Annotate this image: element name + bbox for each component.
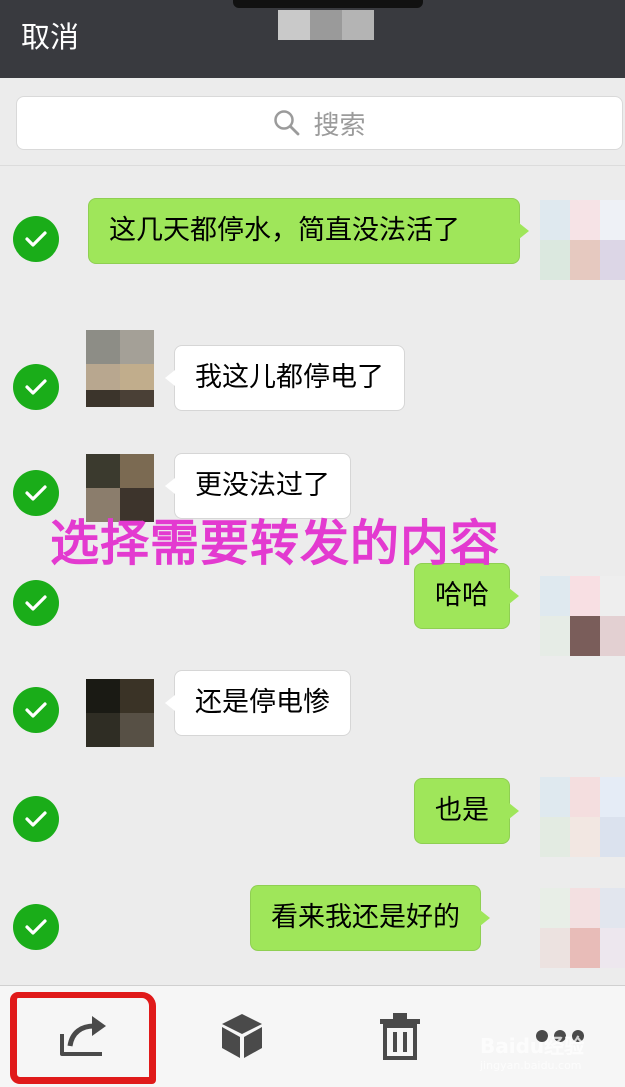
favorite-box-icon [222, 1014, 262, 1058]
watermark-url: jingyan.baidu.com [480, 1059, 582, 1072]
checked-icon[interactable] [13, 904, 59, 950]
watermark: Baidu经验 jingyan.baidu.com [480, 1030, 584, 1072]
highlight-annotation [10, 992, 156, 1084]
avatar [540, 200, 625, 280]
watermark-brand: Baidu经验 [480, 1034, 585, 1058]
message-row[interactable]: 还是停电惨 [0, 665, 625, 765]
message-bubble[interactable]: 还是停电惨 [165, 670, 351, 736]
avatar-lower [86, 390, 154, 424]
message-row[interactable]: 也是 [0, 775, 625, 870]
message-row[interactable]: 看来我还是好的 [0, 880, 625, 980]
checked-icon[interactable] [13, 470, 59, 516]
search-input[interactable]: 搜索 [16, 96, 623, 150]
message-bubble[interactable]: 我这儿都停电了 [165, 345, 405, 411]
avatar [86, 330, 154, 398]
message-text: 看来我还是好的 [271, 902, 460, 933]
avatar [540, 777, 625, 857]
message-bubble[interactable]: 看来我还是好的 [250, 885, 490, 951]
search-icon [274, 110, 300, 136]
search-bar: 搜索 [0, 78, 625, 166]
avatar [540, 888, 625, 968]
message-text: 这几天都停水，简直没法活了 [109, 215, 460, 246]
favorite-button[interactable] [212, 1006, 272, 1066]
avatar [86, 679, 154, 747]
cancel-button[interactable]: 取消 [21, 19, 79, 55]
avatar [540, 576, 625, 656]
chat-title-mosaic [278, 10, 374, 40]
message-row[interactable]: 这几天都停水，简直没法活了 [0, 190, 625, 320]
message-text: 哈哈 [435, 580, 489, 611]
search-placeholder: 搜索 [313, 110, 366, 141]
status-notch [233, 0, 423, 8]
title-bar: 取消 [0, 0, 625, 78]
message-bubble[interactable]: 这几天都停水，简直没法活了 [88, 198, 529, 264]
checked-icon[interactable] [13, 796, 59, 842]
message-bubble[interactable]: 也是 [414, 778, 519, 844]
checked-icon[interactable] [13, 580, 59, 626]
message-text: 更没法过了 [195, 470, 330, 501]
message-text: 我这儿都停电了 [195, 362, 384, 393]
annotation-text: 选择需要转发的内容 [50, 515, 501, 572]
checked-icon[interactable] [13, 687, 59, 733]
message-row[interactable]: 我这儿都停电了 [0, 330, 625, 440]
delete-button[interactable] [370, 1006, 430, 1066]
message-bubble[interactable]: 更没法过了 [165, 453, 351, 519]
checked-icon[interactable] [13, 364, 59, 410]
message-text: 也是 [435, 795, 489, 826]
checked-icon[interactable] [13, 216, 59, 262]
trash-icon [380, 1013, 420, 1060]
message-text: 还是停电惨 [195, 687, 330, 718]
